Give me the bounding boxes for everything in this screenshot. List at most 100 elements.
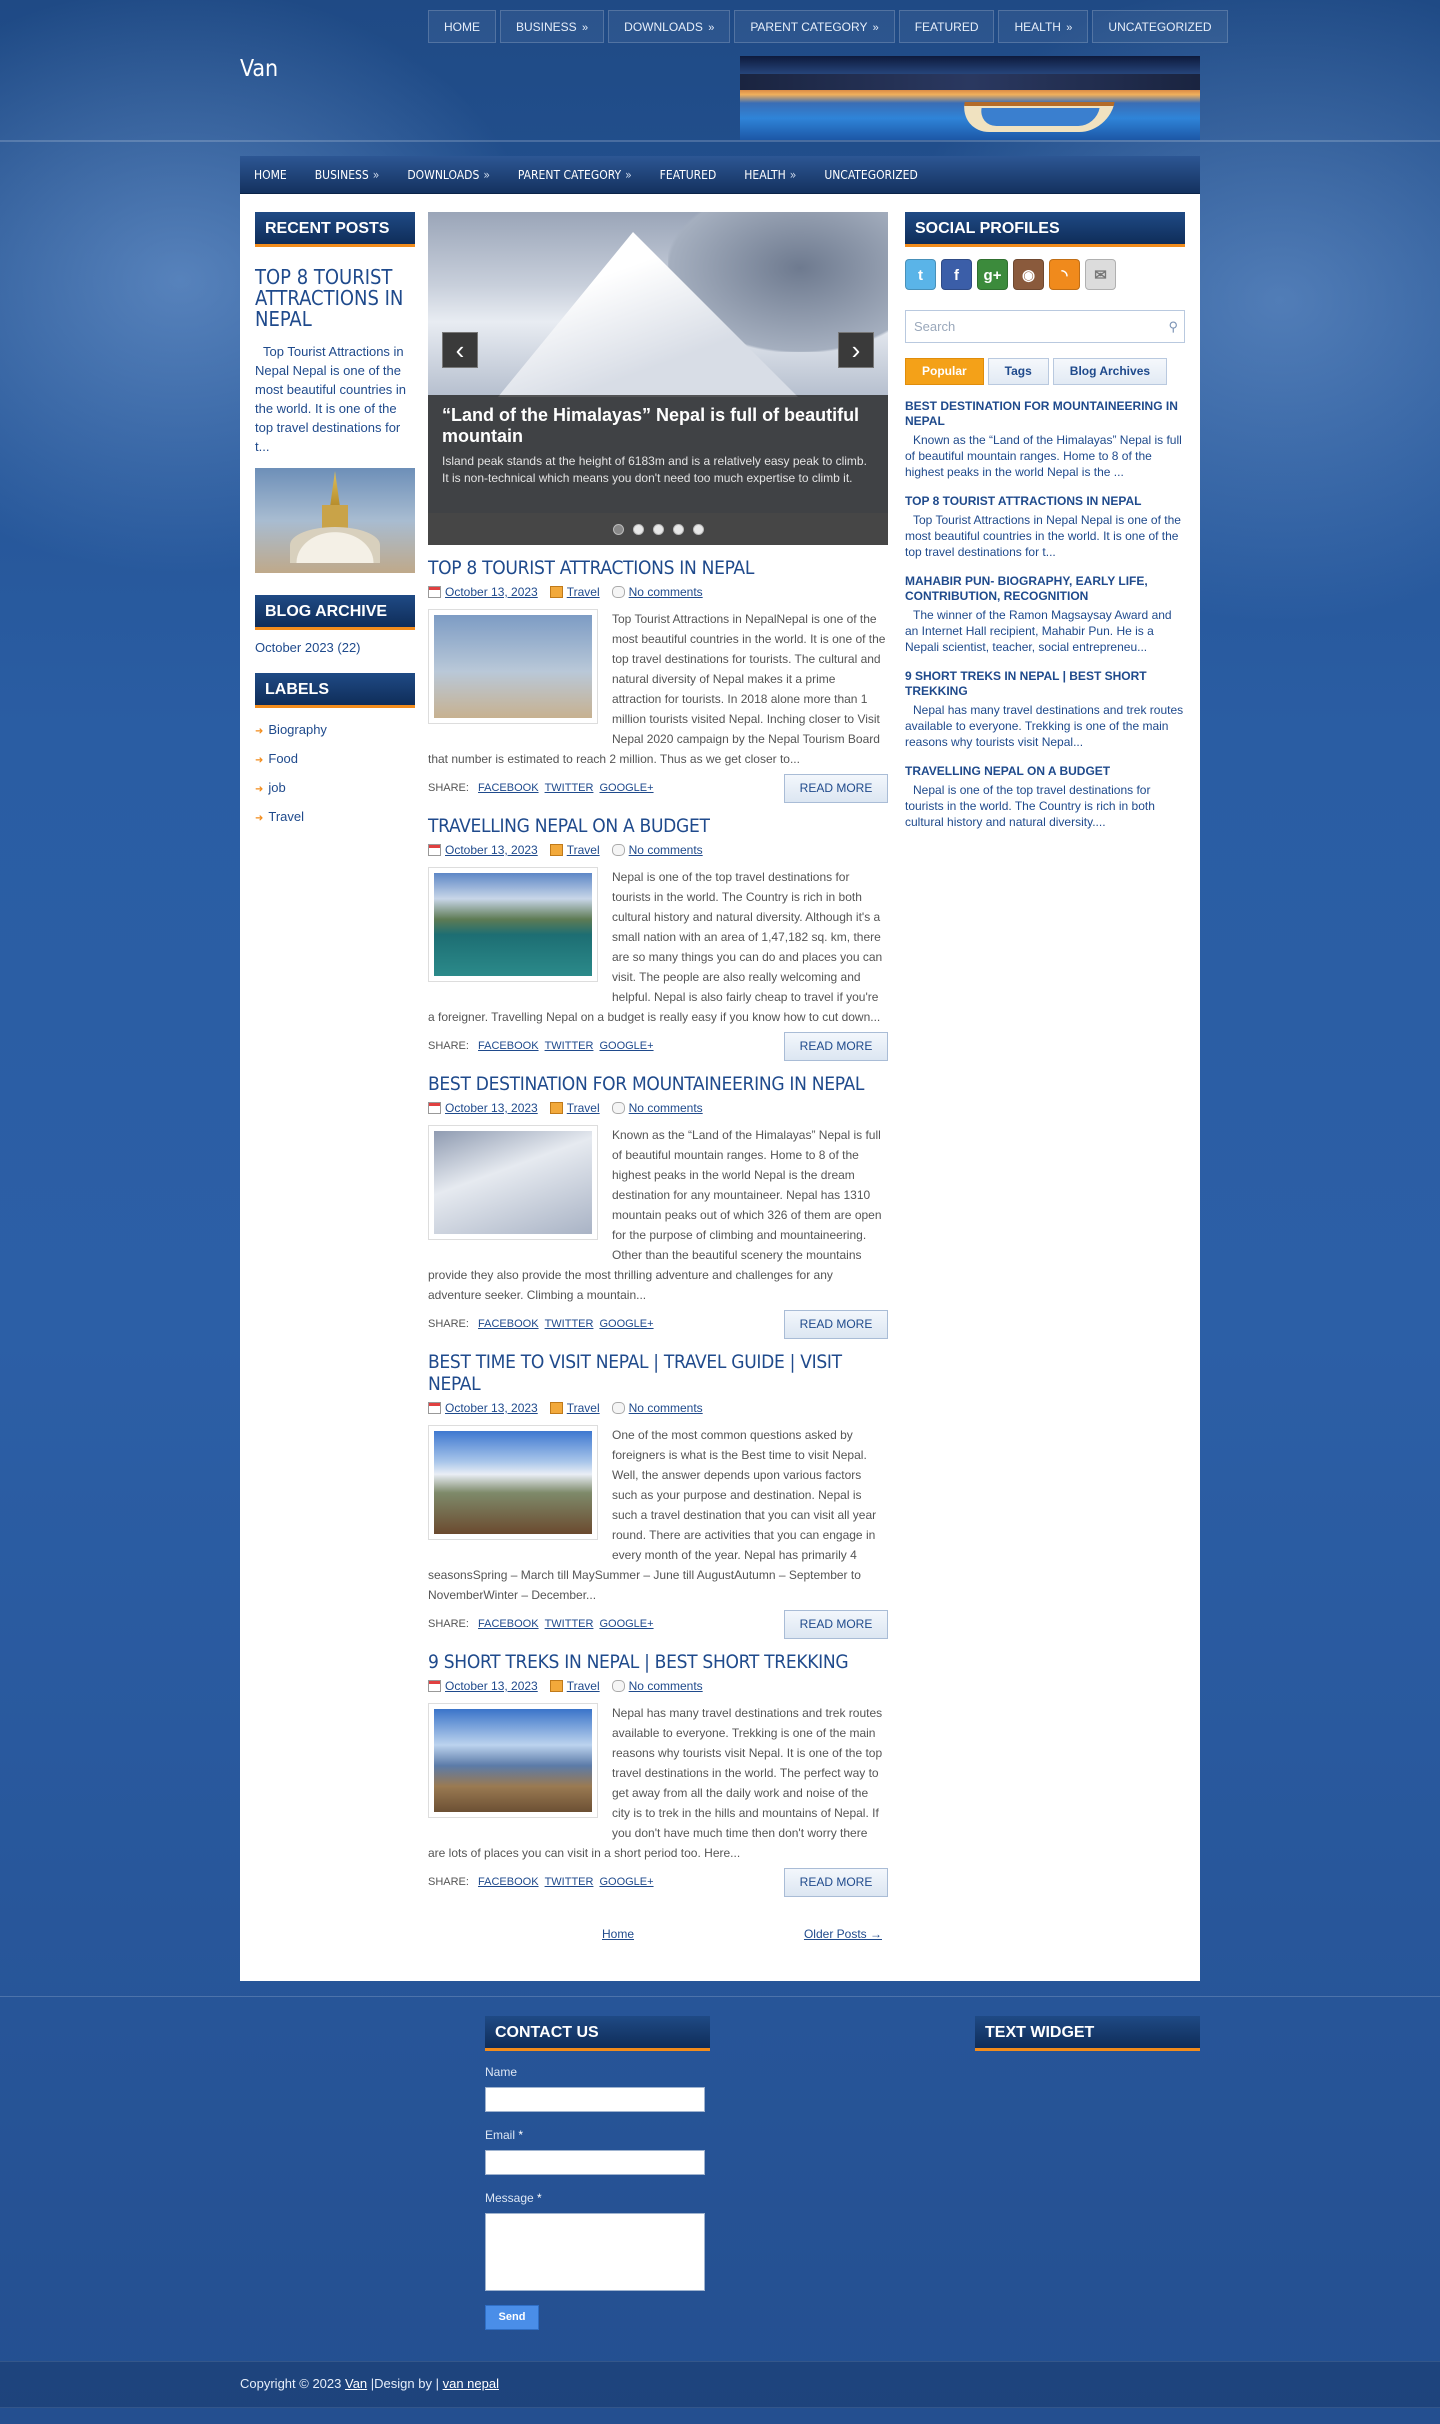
main-nav-health[interactable]: HEALTH» (730, 156, 810, 193)
post-thumbnail[interactable] (428, 1125, 598, 1240)
share-twitter-link[interactable]: TWITTER (545, 782, 594, 794)
popular-post-title[interactable]: 9 SHORT TREKS IN NEPAL | BEST SHORT TREK… (905, 669, 1185, 699)
share-google-link[interactable]: GOOGLE+ (599, 1040, 653, 1052)
slider-dot[interactable] (612, 523, 624, 535)
recent-post-title[interactable]: TOP 8 TOURIST ATTRACTIONS IN NEPAL (255, 267, 415, 330)
top-nav-home[interactable]: HOME (428, 10, 496, 43)
post-label[interactable]: Travel (567, 843, 600, 857)
name-field[interactable] (485, 2087, 705, 2112)
slider-dot[interactable] (632, 523, 644, 535)
slider-dot[interactable] (672, 523, 684, 535)
post-comments[interactable]: No comments (629, 1101, 703, 1115)
top-nav-uncategorized[interactable]: UNCATEGORIZED (1092, 10, 1228, 43)
label-item[interactable]: ➜ Travel (255, 809, 415, 838)
message-field[interactable] (485, 2213, 705, 2291)
main-nav-downloads[interactable]: DOWNLOADS» (393, 156, 504, 193)
share-google-link[interactable]: GOOGLE+ (599, 1876, 653, 1888)
rss-icon[interactable]: ◝ (1049, 259, 1080, 290)
main-nav-parent-category[interactable]: PARENT CATEGORY» (504, 156, 646, 193)
tab-blog-archives[interactable]: Blog Archives (1052, 358, 1168, 385)
post-label[interactable]: Travel (567, 1679, 600, 1693)
site-link[interactable]: Van (345, 2376, 367, 2391)
designer-link[interactable]: van nepal (443, 2376, 499, 2391)
email-icon[interactable]: ✉ (1085, 259, 1116, 290)
main-nav-business[interactable]: BUSINESS» (301, 156, 394, 193)
post-comments[interactable]: No comments (629, 1679, 703, 1693)
send-button[interactable]: Send (485, 2305, 539, 2330)
post-label[interactable]: Travel (567, 1401, 600, 1415)
post-date[interactable]: October 13, 2023 (445, 1401, 538, 1415)
main-nav-featured[interactable]: FEATURED (646, 156, 731, 193)
share-facebook-link[interactable]: FACEBOOK (478, 1318, 539, 1330)
popular-post-title[interactable]: BEST DESTINATION FOR MOUNTAINEERING IN N… (905, 399, 1185, 429)
tab-popular[interactable]: Popular (905, 358, 984, 385)
share-twitter-link[interactable]: TWITTER (545, 1040, 594, 1052)
popular-post-title[interactable]: MAHABIR PUN- BIOGRAPHY, EARLY LIFE, CONT… (905, 574, 1185, 604)
post-thumbnail[interactable] (428, 609, 598, 724)
post-thumbnail[interactable] (428, 867, 598, 982)
home-link[interactable]: Home (602, 1927, 634, 1941)
slider-dot[interactable] (692, 523, 704, 535)
share-twitter-link[interactable]: TWITTER (545, 1318, 594, 1330)
facebook-icon[interactable]: f (941, 259, 972, 290)
label-item[interactable]: ➜ Biography (255, 722, 415, 751)
label-item[interactable]: ➜ Food (255, 751, 415, 780)
post-title[interactable]: BEST TIME TO VISIT NEPAL | TRAVEL GUIDE … (428, 1351, 888, 1395)
post-title[interactable]: BEST DESTINATION FOR MOUNTAINEERING IN N… (428, 1073, 888, 1095)
slider-prev-button[interactable]: ‹ (442, 332, 478, 368)
email-field[interactable] (485, 2150, 705, 2175)
post-title[interactable]: 9 SHORT TREKS IN NEPAL | BEST SHORT TREK… (428, 1651, 888, 1673)
slider-next-button[interactable]: › (838, 332, 874, 368)
post-comments[interactable]: No comments (629, 1401, 703, 1415)
top-nav-business[interactable]: BUSINESS » (500, 10, 605, 43)
post-title[interactable]: TRAVELLING NEPAL ON A BUDGET (428, 815, 888, 837)
post-thumbnail[interactable] (428, 1703, 598, 1818)
share-twitter-link[interactable]: TWITTER (545, 1876, 594, 1888)
slider-dot[interactable] (652, 523, 664, 535)
share-google-link[interactable]: GOOGLE+ (599, 782, 653, 794)
older-posts-link[interactable]: Older Posts → (804, 1927, 882, 1941)
recent-post-thumbnail[interactable] (255, 468, 415, 573)
read-more-button[interactable]: READ MORE (784, 1031, 888, 1061)
googleplus-icon[interactable]: g+ (977, 259, 1008, 290)
post-title[interactable]: TOP 8 TOURIST ATTRACTIONS IN NEPAL (428, 557, 888, 579)
top-nav-featured[interactable]: FEATURED (898, 10, 995, 43)
tab-tags[interactable]: Tags (987, 358, 1049, 385)
read-more-button[interactable]: READ MORE (784, 773, 888, 803)
share-facebook-link[interactable]: FACEBOOK (478, 1876, 539, 1888)
share-facebook-link[interactable]: FACEBOOK (478, 1618, 539, 1630)
share-google-link[interactable]: GOOGLE+ (599, 1618, 653, 1630)
post-comments[interactable]: No comments (629, 843, 703, 857)
search-input[interactable]: Search ⚲ (905, 310, 1185, 343)
search-icon[interactable]: ⚲ (1168, 311, 1178, 342)
instagram-icon[interactable]: ◉ (1013, 259, 1044, 290)
post-date[interactable]: October 13, 2023 (445, 843, 538, 857)
share-twitter-link[interactable]: TWITTER (545, 1618, 594, 1630)
popular-post-title[interactable]: TRAVELLING NEPAL ON A BUDGET (905, 764, 1185, 779)
read-more-button[interactable]: READ MORE (784, 1609, 888, 1639)
read-more-button[interactable]: READ MORE (784, 1309, 888, 1339)
post-label[interactable]: Travel (567, 1101, 600, 1115)
site-title[interactable]: Van (240, 56, 278, 82)
post-label[interactable]: Travel (567, 585, 600, 599)
share-facebook-link[interactable]: FACEBOOK (478, 1040, 539, 1052)
slide-caption-title[interactable]: “Land of the Himalayas” Nepal is full of… (442, 405, 874, 447)
archive-link[interactable]: October 2023 (22) (255, 640, 415, 655)
post-comments[interactable]: No comments (629, 585, 703, 599)
top-nav-downloads[interactable]: DOWNLOADS » (608, 10, 731, 43)
label-item[interactable]: ➜ job (255, 780, 415, 809)
share-facebook-link[interactable]: FACEBOOK (478, 782, 539, 794)
post-date[interactable]: October 13, 2023 (445, 1679, 538, 1693)
post-date[interactable]: October 13, 2023 (445, 1101, 538, 1115)
post-date[interactable]: October 13, 2023 (445, 585, 538, 599)
slide-image[interactable] (428, 212, 888, 397)
main-nav-home[interactable]: HOME (240, 156, 301, 193)
main-nav-uncategorized[interactable]: UNCATEGORIZED (810, 156, 931, 193)
top-nav-parent-category[interactable]: PARENT CATEGORY » (734, 10, 895, 43)
twitter-icon[interactable]: t (905, 259, 936, 290)
post-thumbnail[interactable] (428, 1425, 598, 1540)
popular-post-title[interactable]: TOP 8 TOURIST ATTRACTIONS IN NEPAL (905, 494, 1185, 509)
share-google-link[interactable]: GOOGLE+ (599, 1318, 653, 1330)
read-more-button[interactable]: READ MORE (784, 1867, 888, 1897)
top-nav-health[interactable]: HEALTH » (998, 10, 1089, 43)
